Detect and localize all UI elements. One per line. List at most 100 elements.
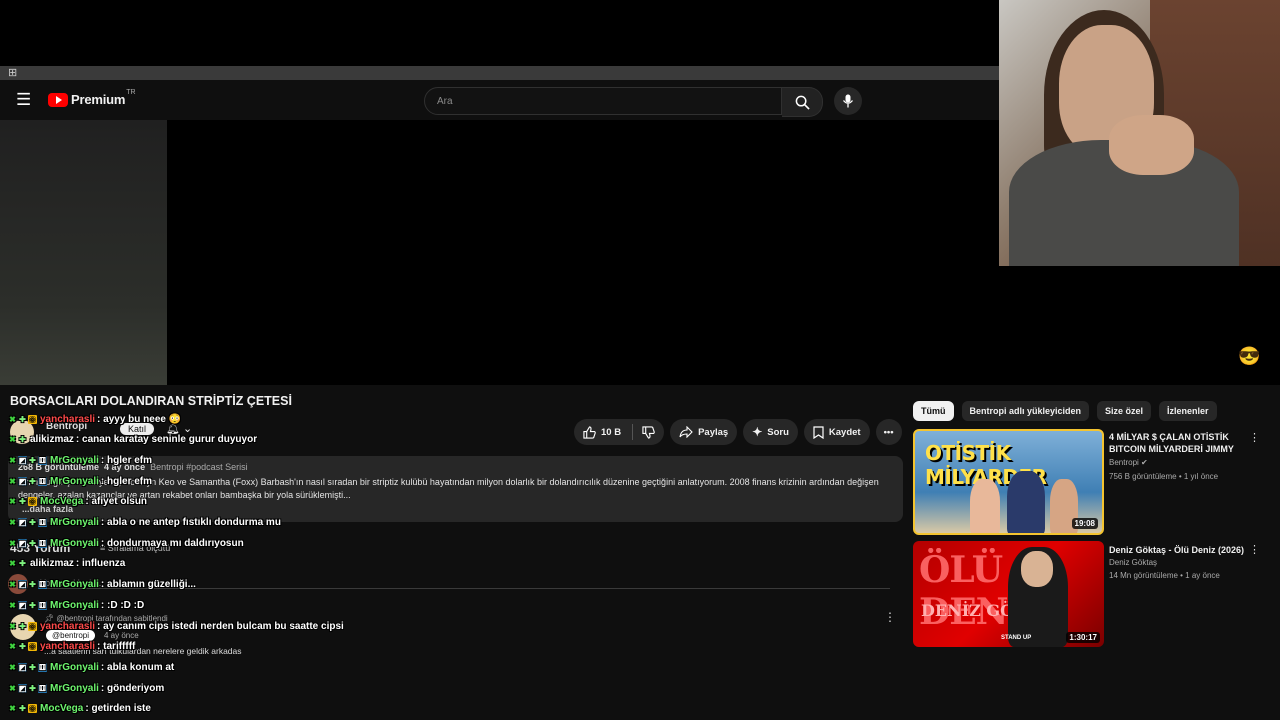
microphone-icon — [842, 94, 854, 108]
chat-badges: ✖ ◩ ✚ ⚅ — [8, 662, 47, 672]
ask-label: Soru — [767, 426, 789, 438]
chat-username: MocVega — [40, 496, 84, 508]
chat-badge-icon: ◩ — [18, 518, 27, 527]
logo-region: TR — [126, 89, 136, 96]
chat-username: yancharasli — [40, 413, 96, 425]
chat-badge-icon: ✖ — [9, 414, 16, 424]
chat-badge-icon: ☺ — [28, 414, 37, 424]
search-input[interactable] — [425, 88, 769, 114]
recommendation-item[interactable]: ÖLÜ DENİZ DENİZ GÖKTAŞ STAND UP 1:30:17 … — [913, 541, 1273, 649]
recommendation-views: 756 B görüntüleme • 1 yıl önce — [1109, 472, 1219, 481]
chat-username: MrGonyali — [50, 579, 99, 591]
chat-username: yancharasli — [40, 620, 96, 632]
chat-text: : afiyet olsun — [85, 496, 148, 508]
video-actions: 10 B Paylaş ✦ Soru Kaydet ••• — [574, 419, 902, 445]
chat-message: ✖ ✚ ☺ yancharasli: ayyy bu neee 😳 — [8, 410, 181, 428]
chat-badge-icon: ✖ — [9, 497, 16, 507]
chat-username: MrGonyali — [50, 517, 99, 528]
chat-badge-icon: ✖ — [9, 662, 16, 672]
like-divider — [632, 424, 634, 440]
comment-menu-icon[interactable]: ⋮ — [884, 610, 896, 624]
video-thumbnail[interactable]: ÖLÜ DENİZ DENİZ GÖKTAŞ STAND UP 1:30:17 — [913, 541, 1104, 647]
chat-text: : ay canım cips istedi nerden bulcam bu … — [97, 620, 344, 632]
chat-badge-icon: ⚅ — [38, 518, 47, 527]
chat-badges: ✖ ✚ ☺ — [8, 621, 37, 631]
apps-grid-icon[interactable]: ⊞ — [8, 67, 17, 79]
save-label: Kaydet — [828, 426, 861, 438]
youtube-premium-logo[interactable]: Premium TR — [48, 89, 136, 107]
chat-badge-icon: ◩ — [18, 600, 27, 610]
chat-text: : ayyy bu neee 😳 — [97, 413, 182, 425]
chat-message: ✖ ✚ alikizmaz: influenza — [8, 555, 125, 573]
like-button[interactable]: 10 B — [574, 419, 665, 445]
chat-badge-icon: ⚅ — [38, 538, 47, 548]
save-button[interactable]: Kaydet — [803, 419, 870, 445]
search-button[interactable] — [782, 87, 823, 117]
chat-badges: ✖ ✚ ☺ — [8, 497, 37, 507]
video-duration: 1:30:17 — [1066, 632, 1100, 643]
chat-badges: ✖ ✚ ☺ — [8, 414, 37, 424]
chat-badge-icon: ◩ — [18, 580, 27, 590]
logo-text: Premium — [71, 92, 126, 107]
recommendation-menu-icon[interactable]: ⋮ — [1249, 431, 1260, 444]
search-box — [424, 87, 782, 115]
chat-username: MrGonyali — [50, 537, 99, 549]
chat-badge-icon: ✚ — [29, 518, 36, 527]
sparkle-icon: ✦ — [752, 425, 763, 439]
chat-username: MrGonyali — [50, 454, 99, 466]
hamburger-menu-icon[interactable]: ☰ — [16, 91, 34, 109]
chip-watched[interactable]: İzlenenler — [1159, 401, 1217, 421]
voice-search-button[interactable] — [834, 87, 862, 115]
chat-username: MrGonyali — [50, 682, 99, 694]
chat-username: yancharasli — [40, 641, 96, 653]
chat-badge-icon: ◩ — [18, 538, 27, 548]
chat-badge-icon: ☺ — [28, 621, 37, 631]
chat-badge-icon: ✖ — [9, 683, 16, 693]
chat-message: ✖ ✚ alikizmaz: canan karatay seninle gurur… — [8, 431, 257, 449]
chat-badges: ✖ ◩ ✚ ⚅ — [8, 600, 47, 610]
video-thumbnail[interactable]: OTİSTİK MİLYARDER 19:08 — [913, 429, 1104, 535]
chat-username: MrGonyali — [50, 475, 99, 487]
recommendation-channel[interactable]: Deniz Göktaş — [1109, 558, 1157, 567]
chat-badge-icon: ✖ — [9, 476, 16, 486]
chat-message: ✖ ◩ ✚ ⚅ MrGonyali: ablamın güzelliği... — [8, 576, 196, 594]
thumbnail-figure — [970, 479, 1000, 533]
ask-button[interactable]: ✦ Soru — [743, 419, 798, 445]
chat-badge-icon: ✚ — [29, 662, 36, 672]
chip-all[interactable]: Tümü — [913, 401, 954, 421]
more-actions-button[interactable]: ••• — [875, 419, 902, 445]
recommendation-channel[interactable]: Bentropi ✔︎ — [1109, 458, 1148, 467]
chat-badge-icon: ◩ — [18, 455, 27, 465]
chat-badge-icon: ✚ — [29, 476, 36, 486]
chat-badge-icon: ✚ — [19, 497, 26, 507]
chat-badge-icon: ✖ — [9, 580, 16, 590]
thumbnail-tag: STAND UP — [1001, 635, 1032, 641]
chip-for-you[interactable]: Size özel — [1097, 401, 1152, 421]
chat-badge-icon: ☺ — [28, 704, 37, 714]
recommendation-item[interactable]: OTİSTİK MİLYARDER 19:08 4 MİLYAR $ ÇALAN… — [913, 429, 1273, 537]
recommendation-title[interactable]: Deniz Göktaş - Ölü Deniz (2026) — [1109, 544, 1254, 556]
chat-badge-icon: ✚ — [29, 600, 36, 610]
chat-message: ✖ ✚ ☺ MocVega: afiyet olsun — [8, 493, 147, 511]
thumbnail-figure — [1007, 471, 1045, 533]
share-button[interactable]: Paylaş — [670, 419, 738, 445]
chat-username: MrGonyali — [50, 661, 99, 673]
chat-badge-icon: ✚ — [19, 559, 26, 569]
recommendation-menu-icon[interactable]: ⋮ — [1249, 543, 1260, 556]
chat-badges: ✖ ✚ — [8, 435, 27, 444]
recommendation-title[interactable]: 4 MİLYAR $ ÇALAN OTİSTİK BITCOIN MİLYARD… — [1109, 431, 1254, 455]
search-icon — [795, 95, 810, 110]
chat-badge-icon: ⚅ — [38, 600, 47, 610]
video-player[interactable] — [167, 120, 1000, 385]
chip-from-uploader[interactable]: Bentropi adlı yükleyiciden — [961, 401, 1090, 421]
thumbs-down-icon[interactable] — [642, 425, 655, 439]
chat-badge-icon: ◩ — [18, 662, 27, 672]
chat-badges: ✖ ◩ ✚ ⚅ — [8, 580, 47, 590]
chat-badge-icon: ✚ — [19, 704, 26, 714]
chat-badge-icon: ⚅ — [38, 683, 47, 693]
chat-badge-icon: ✚ — [19, 642, 26, 652]
video-title: BORSACILARI DOLANDIRAN STRİPTİZ ÇETESİ — [10, 394, 292, 408]
chat-badge-icon: ⚅ — [38, 662, 47, 672]
chat-badge-icon: ⚅ — [38, 455, 47, 465]
chat-text: : getirden iste — [85, 703, 151, 715]
